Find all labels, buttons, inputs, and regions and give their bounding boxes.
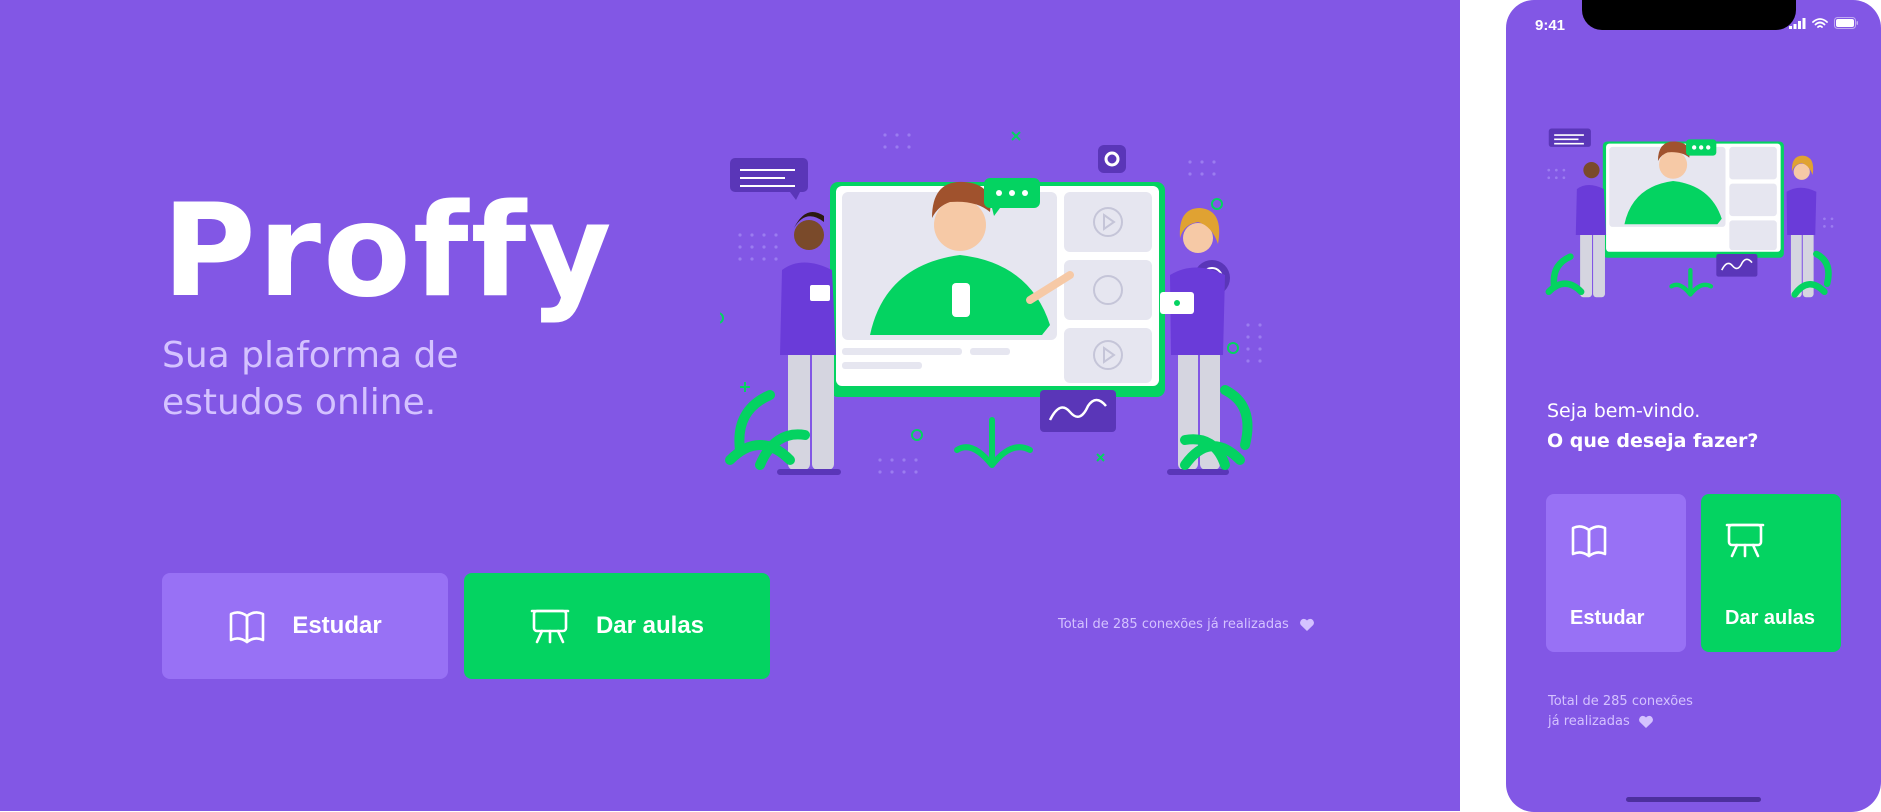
mobile-connections-line1: Total de 285 conexões: [1548, 694, 1693, 709]
book-icon: [230, 611, 265, 644]
presentation-board-icon: [530, 609, 570, 644]
status-icons: [1789, 17, 1859, 29]
teach-button[interactable]: Dar aulas: [464, 573, 770, 679]
study-button-label: Estudar: [292, 612, 382, 639]
desktop-landing: Proffy Sua plaforma de estudos online. E…: [0, 0, 1460, 811]
phone-notch: [1582, 0, 1796, 30]
status-time: 9:41: [1535, 17, 1566, 34]
mobile-teach-button[interactable]: Dar aulas: [1701, 494, 1841, 652]
mobile-study-label: Estudar: [1570, 607, 1645, 629]
study-button[interactable]: Estudar: [162, 573, 448, 679]
mobile-connections-line2: já realizadas: [1548, 714, 1630, 729]
tagline: Sua plaforma de estudos online.: [162, 335, 459, 423]
mobile-study-button[interactable]: Estudar: [1546, 494, 1686, 652]
home-indicator[interactable]: [1626, 797, 1761, 802]
battery-icon: [1834, 17, 1858, 29]
signal-icon: [1789, 17, 1806, 29]
wifi-icon: [1812, 17, 1828, 28]
connections-counter: Total de 285 conexões já realizadas: [1058, 617, 1315, 632]
mobile-hero-illustration: [1545, 128, 1834, 298]
connections-text: Total de 285 conexões já realizadas: [1058, 617, 1289, 632]
heart-icon: [1638, 715, 1653, 728]
mobile-teach-label: Dar aulas: [1725, 607, 1816, 629]
presentation-board-icon: [1725, 523, 1765, 558]
welcome-text: Seja bem-vindo.: [1547, 400, 1701, 422]
welcome-question: O que deseja fazer?: [1547, 430, 1759, 452]
hero-illustration: [720, 131, 1262, 475]
book-icon: [1571, 525, 1607, 558]
heart-icon: [1299, 618, 1314, 631]
teach-button-label: Dar aulas: [595, 612, 705, 639]
mobile-screen: 9:41 Seja bem-vindo. O que deseja fazer?…: [1501, 0, 1881, 812]
mobile-connections-line2-wrap: já realizadas: [1548, 712, 1718, 732]
logo: Proffy: [162, 177, 614, 326]
mobile-connections-counter: Total de 285 conexões já realizadas: [1548, 692, 1718, 732]
